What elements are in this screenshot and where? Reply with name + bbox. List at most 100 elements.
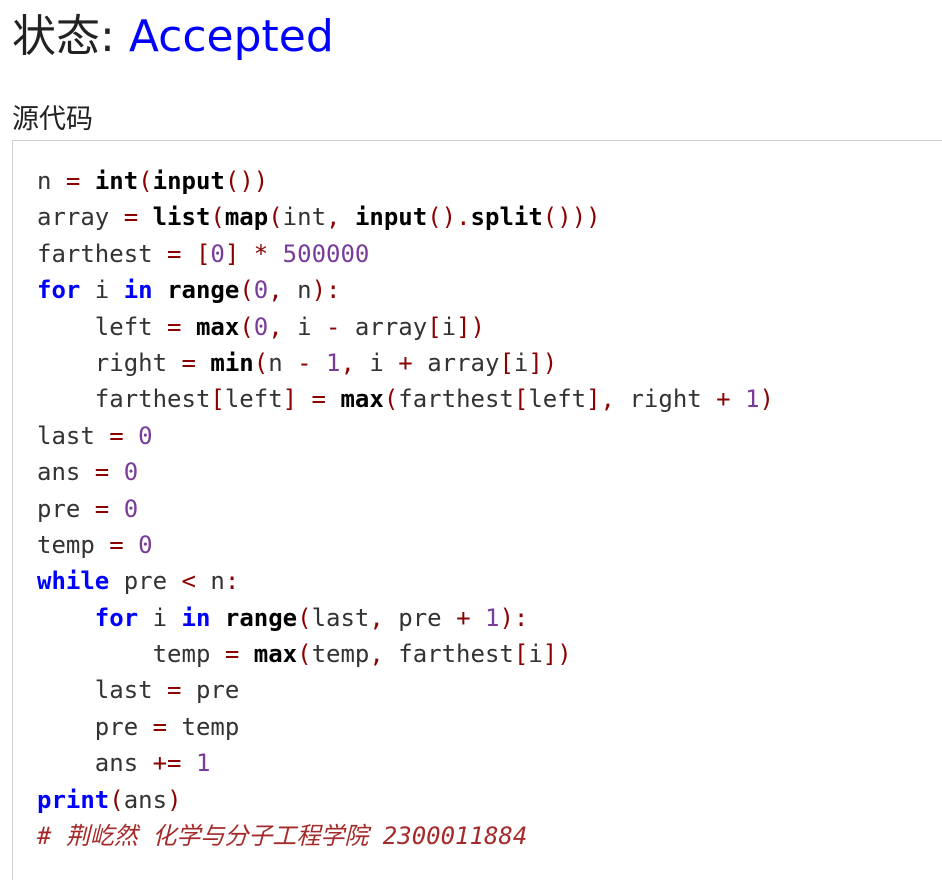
code-token: - (297, 348, 312, 377)
code-token: = (65, 167, 81, 195)
code-token: i (513, 348, 529, 377)
code-token: 0 (253, 312, 269, 341)
code-token: list (152, 203, 211, 232)
code-line: for i in range(last, pre + 1): (37, 600, 774, 636)
code-token: i (441, 312, 457, 341)
code-token: = (181, 348, 196, 377)
code-token: (). (427, 203, 471, 232)
code-token: ( (210, 203, 225, 232)
code-token: right (37, 348, 182, 377)
code-token: farthest (398, 385, 514, 414)
code-token: i (80, 276, 124, 305)
code-token: 0 (138, 530, 153, 559)
code-token: max (195, 312, 240, 341)
status-value: Accepted (128, 11, 334, 62)
code-line: temp = max(temp, farthest[i]) (37, 636, 774, 672)
code-token: ans (37, 458, 95, 487)
code-token: 1 (326, 348, 341, 377)
code-token: pre (37, 712, 153, 741)
code-token: in (181, 603, 211, 632)
code-token: ( (268, 203, 283, 232)
code-token: i (528, 640, 543, 669)
code-token: farthest (383, 640, 514, 669)
code-token: = (109, 530, 124, 559)
code-token: , (268, 312, 283, 341)
code-token: while (37, 567, 110, 596)
code-token: , (369, 603, 384, 632)
code-token: # 荆屹然 化学与分子工程学院 2300011884 (37, 822, 528, 851)
code-token: = (94, 494, 110, 523)
code-token: 1 (195, 749, 211, 778)
code-token: + (398, 348, 413, 377)
code-token: ): (499, 603, 529, 632)
source-code-block: n = int(input()) array = list(map(int, in… (37, 163, 774, 854)
code-token: input (152, 167, 225, 195)
code-token: max (340, 385, 384, 414)
code-token: map (224, 203, 269, 232)
code-token: ans (37, 749, 153, 778)
code-token: ())) (542, 203, 601, 232)
code-line: for i in range(0, n): (37, 272, 774, 308)
code-token: ): (311, 276, 341, 305)
code-token: ( (383, 385, 399, 414)
code-token: ( (253, 348, 269, 377)
code-token: in (123, 276, 153, 305)
code-token: temp (37, 640, 225, 669)
code-token: = (167, 676, 182, 705)
code-token: n (37, 167, 66, 195)
code-token: left (224, 385, 283, 414)
code-token: [ (195, 239, 211, 268)
code-token: ) (759, 385, 774, 414)
code-token: pre (37, 494, 95, 523)
code-token: 0 (210, 239, 225, 268)
code-token: * (253, 239, 269, 268)
code-token: ( (297, 640, 312, 669)
code-line: ans = 0 (37, 454, 774, 490)
code-token: = (123, 203, 139, 232)
code-token: = (167, 312, 182, 341)
code-token: = (109, 421, 124, 450)
code-token: ( (239, 312, 254, 341)
code-token: array (412, 348, 500, 377)
source-code-heading: 源代码 (12, 104, 93, 135)
code-token: ]) (542, 640, 572, 669)
code-token: range (167, 276, 240, 305)
code-token: i (282, 312, 327, 341)
code-line: while pre < n: (37, 563, 774, 599)
code-token: ( (138, 167, 153, 195)
code-token: 0 (138, 421, 153, 450)
code-token: split (470, 203, 543, 232)
code-token: last (37, 421, 110, 450)
code-line: temp = 0 (37, 527, 774, 563)
code-token: [ (499, 348, 514, 377)
code-token: left (528, 385, 587, 414)
code-token: ans (123, 785, 168, 814)
code-token: [ (427, 312, 442, 341)
code-token: farthest (37, 385, 211, 414)
code-token: array (37, 203, 124, 232)
code-token: [ (513, 385, 529, 414)
code-token: ]) (528, 348, 558, 377)
code-token: + (456, 603, 471, 632)
code-token: ], (586, 385, 616, 414)
submission-status: 状态: Accepted (12, 10, 334, 64)
code-token: , (340, 348, 355, 377)
code-token: pre (109, 567, 182, 596)
code-token: ]) (456, 312, 485, 341)
code-token: , (326, 203, 341, 232)
